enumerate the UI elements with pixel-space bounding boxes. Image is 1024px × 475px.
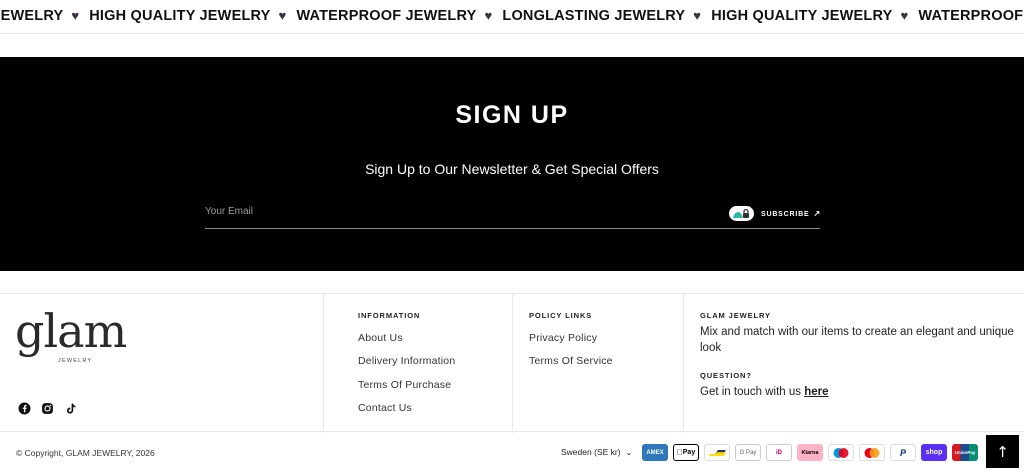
column-divider (323, 294, 324, 433)
marquee-item: LONGLASTING JEWELRY (502, 8, 686, 24)
footer-link-terms-of-purchase[interactable]: Terms Of Purchase (358, 379, 451, 391)
heart-icon: ♥ (71, 8, 80, 23)
marquee-item: HIGH QUALITY JEWELRY (711, 8, 893, 24)
footer-link-contact-us[interactable]: Contact Us (358, 402, 412, 414)
instagram-icon[interactable] (41, 400, 55, 414)
arrow-up-icon: ↑ (996, 442, 1009, 461)
footer-link-terms-of-service[interactable]: Terms Of Service (529, 355, 613, 367)
bancontact-icon (704, 444, 730, 461)
amex-payment-icon: AMEX (642, 444, 668, 461)
payment-label: AMEX (646, 449, 664, 456)
marquee-track: NG JEWELRY ♥ HIGH QUALITY JEWELRY ♥ WATERPRO… (0, 8, 1024, 24)
back-to-top-button[interactable]: ↑ (986, 435, 1019, 468)
newsletter-section: SIGN UP Sign Up to Our Newsletter & Get … (0, 57, 1024, 271)
about-text: Mix and match with our items to create a… (700, 326, 1014, 354)
payment-label: iD (776, 449, 782, 456)
footer-links-area: glam JEWELRY INFORMATION About Us Delive… (0, 293, 1024, 433)
footer-link-about-us[interactable]: About Us (358, 332, 403, 344)
maestro-icon (828, 444, 854, 461)
marquee-item: HIGH QUALITY JEWELRY (89, 8, 271, 24)
payment-label: P (899, 447, 906, 458)
google-pay-icon: G Pay (735, 444, 761, 461)
marquee-item: WATERPROOF JEWELRY (296, 8, 477, 24)
unionpay-icon: UnionPay (952, 444, 978, 461)
payment-label: UnionPay (954, 450, 976, 455)
brand-logo[interactable]: glam JEWELRY (15, 304, 127, 368)
klarna-icon: Klarna (797, 444, 823, 461)
signup-title: SIGN UP (455, 101, 569, 129)
payment-label: G Pay (739, 449, 757, 456)
paypal-icon: P (890, 444, 916, 461)
logo-subtext: JEWELRY (58, 358, 93, 364)
tiktok-icon[interactable] (64, 400, 78, 414)
heart-icon: ♥ (900, 8, 909, 23)
copyright-text: © Copyright, GLAM JEWELRY, 2026 (16, 448, 155, 458)
column-divider (683, 294, 684, 433)
subscribe-label: SUBSCRIBE (761, 211, 810, 218)
heart-icon: ♥ (278, 8, 287, 23)
question-heading: QUESTION? (700, 371, 752, 380)
password-manager-icon[interactable] (729, 206, 754, 221)
currency-selector[interactable]: Sweden (SE kr) ⌄ (561, 447, 632, 457)
about-heading: GLAM JEWELRY (700, 311, 771, 320)
payment-label: Pay (679, 449, 695, 456)
payment-label: shop (925, 449, 943, 456)
contact-text: Get in touch with us (700, 386, 801, 398)
marquee-item: WATERPROOF JEWELRY (918, 8, 1024, 24)
marquee-item: NG JEWELRY (0, 8, 64, 24)
shop-pay-icon: shop (921, 444, 947, 461)
logo-wordmark: glam (15, 304, 127, 358)
information-heading: INFORMATION (358, 311, 421, 320)
subscribe-button[interactable]: SUBSCRIBE ↗ (761, 209, 821, 218)
facebook-icon[interactable] (18, 400, 32, 415)
signup-subtitle: Sign Up to Our Newsletter & Get Special … (365, 161, 659, 177)
footer-link-privacy-policy[interactable]: Privacy Policy (529, 332, 597, 344)
chevron-down-icon: ⌄ (625, 448, 633, 457)
ideal-icon: iD (766, 444, 792, 461)
payment-label: Klarna (801, 449, 819, 456)
policy-heading: POLICY LINKS (529, 311, 593, 320)
heart-icon: ♥ (693, 8, 702, 23)
newsletter-form: SUBSCRIBE↗ (205, 203, 820, 229)
email-field[interactable] (205, 206, 705, 217)
contact-line: Get in touch with us here (700, 385, 829, 401)
currency-label: Sweden (SE kr) (561, 447, 621, 457)
heart-icon: ♥ (484, 8, 493, 23)
apple-pay-icon: Pay (673, 444, 699, 461)
arrow-up-right-icon: ↗ (813, 209, 821, 218)
contact-here-link[interactable]: here (804, 386, 828, 398)
footer-link-delivery-information[interactable]: Delivery Information (358, 355, 455, 367)
column-divider (512, 294, 513, 433)
mastercard-icon (859, 444, 885, 461)
announcement-marquee: NG JEWELRY ♥ HIGH QUALITY JEWELRY ♥ WATERPRO… (0, 0, 1024, 34)
